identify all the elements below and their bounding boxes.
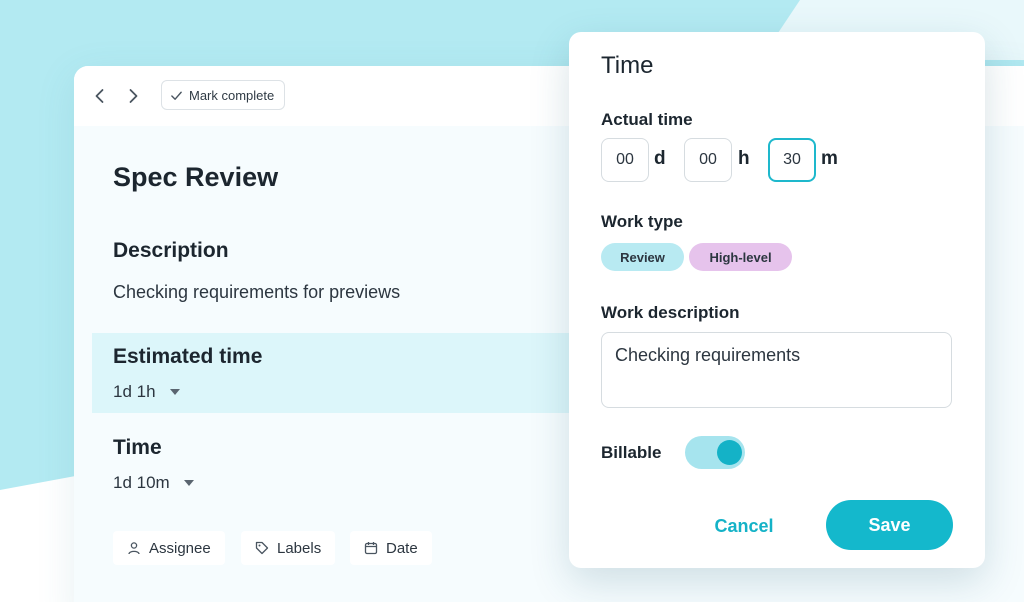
time-dropdown[interactable]: 1d 10m [113, 473, 194, 493]
time-heading: Time [113, 436, 162, 459]
work-type-tag-high-level[interactable]: High-level [689, 243, 792, 271]
description-text: Checking requirements for previews [113, 282, 401, 302]
estimated-time-heading: Estimated time [113, 345, 263, 368]
days-input[interactable] [601, 138, 649, 182]
work-type-label: Work type [601, 212, 683, 231]
work-type-tag-review[interactable]: Review [601, 243, 684, 271]
calendar-icon [364, 542, 378, 555]
billable-toggle[interactable] [685, 436, 745, 469]
toggle-knob [717, 440, 742, 465]
hours-unit: h [738, 148, 750, 169]
days-unit: d [654, 148, 666, 169]
person-icon [128, 542, 140, 555]
mark-complete-button[interactable]: Mark complete [161, 80, 286, 110]
hours-input[interactable] [684, 138, 732, 182]
time-value: 1d 10m [113, 473, 170, 492]
minutes-input[interactable] [768, 138, 816, 182]
time-panel: Time Actual time d h m Work type Review … [569, 32, 985, 568]
cancel-button[interactable]: Cancel [699, 510, 789, 542]
billable-label: Billable [601, 443, 662, 462]
tag-icon [255, 541, 269, 555]
work-description-input[interactable]: Checking requirements [601, 332, 952, 408]
time-panel-title: Time [601, 52, 654, 79]
date-label: Date [386, 539, 418, 557]
actual-time-label: Actual time [601, 110, 693, 129]
chevron-right-icon [129, 89, 138, 103]
labels-button[interactable]: Labels [241, 531, 336, 565]
back-button[interactable] [90, 86, 110, 106]
date-button[interactable]: Date [350, 531, 432, 565]
caret-down-icon [169, 389, 180, 395]
forward-button[interactable] [123, 86, 143, 106]
assignee-label: Assignee [149, 539, 211, 557]
save-button[interactable]: Save [826, 500, 953, 550]
description-heading: Description [113, 239, 229, 262]
assignee-button[interactable]: Assignee [113, 531, 225, 565]
mark-complete-label: Mark complete [189, 87, 275, 103]
estimated-time-dropdown[interactable]: 1d 1h [113, 382, 180, 402]
labels-label: Labels [277, 539, 322, 557]
estimated-time-value: 1d 1h [113, 382, 156, 401]
check-icon [171, 91, 182, 100]
chevron-left-icon [95, 89, 104, 103]
minutes-unit: m [821, 148, 838, 169]
task-title: Spec Review [113, 162, 279, 192]
caret-down-icon [183, 480, 194, 486]
work-description-label: Work description [601, 303, 740, 322]
